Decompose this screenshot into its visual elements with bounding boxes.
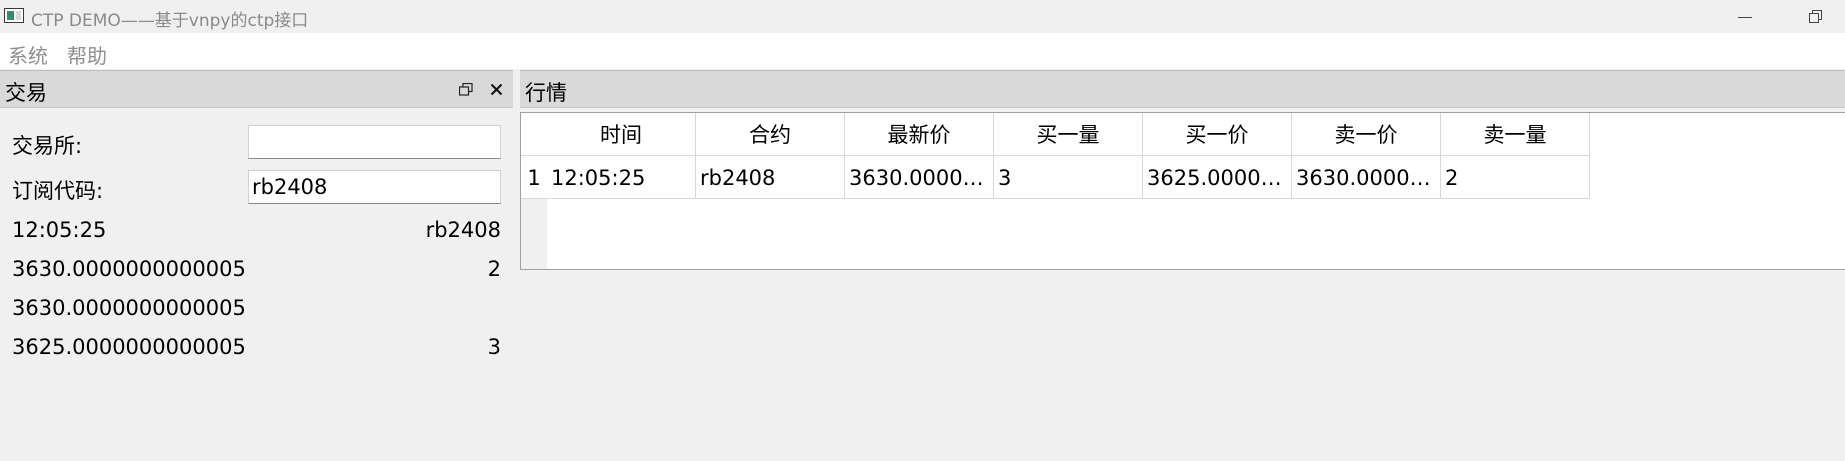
exchange-input[interactable] [248,125,501,159]
trade-panel-header: 交易 [0,70,513,108]
minimize-button[interactable] [1730,2,1760,30]
table-cell-time[interactable]: 12:05:25 [547,155,696,199]
info-bid-volume: 3 [487,335,501,359]
row-header-1[interactable]: 1 [521,155,547,199]
window-title: CTP DEMO——基于vnpy的ctp接口 [31,11,309,31]
table-cell-last-price[interactable]: 3630.00000... [845,155,994,199]
restore-button[interactable] [1800,2,1830,30]
table-cell-bid-volume[interactable]: 3 [994,155,1143,199]
table-cell-symbol[interactable]: rb2408 [696,155,845,199]
column-header-ask-price[interactable]: 卖一价 [1292,113,1441,155]
info-symbol: rb2408 [425,218,501,242]
table-cell-ask-volume[interactable]: 2 [1441,155,1590,199]
window-titlebar: CTP DEMO——基于vnpy的ctp接口 [0,0,1845,33]
table-cell-ask-price[interactable]: 3630.00000... [1292,155,1441,199]
table-corner-button[interactable] [521,113,547,155]
column-header-bid-price[interactable]: 买一价 [1143,113,1292,155]
info-ask-volume: 2 [487,257,501,281]
exchange-label: 交易所: [12,134,83,158]
symbol-label: 订阅代码: [12,179,104,203]
column-header-last-price[interactable]: 最新价 [845,113,994,155]
column-header-time[interactable]: 时间 [547,113,696,155]
info-ask-price: 3630.0000000000005 [12,296,246,320]
menu-system[interactable]: 系统 [8,40,48,69]
float-icon[interactable] [459,83,473,96]
info-last-price: 3630.0000000000005 [12,257,246,281]
close-icon[interactable] [490,83,503,96]
column-header-symbol[interactable]: 合约 [696,113,845,155]
app-window-icon [4,8,24,23]
table-cell-bid-price[interactable]: 3625.00000... [1143,155,1292,199]
column-header-ask-volume[interactable]: 卖一量 [1441,113,1590,155]
minimize-icon [1738,17,1752,18]
info-bid-price: 3625.0000000000005 [12,335,246,359]
info-time: 12:05:25 [12,218,107,242]
market-panel-title: 行情 [525,81,567,105]
trade-panel-title: 交易 [5,81,47,105]
column-header-bid-volume[interactable]: 买一量 [994,113,1143,155]
market-panel-header: 行情 [520,70,1845,108]
menu-help[interactable]: 帮助 [67,40,107,69]
menu-bar [0,33,1845,69]
symbol-input[interactable]: rb2408 [248,170,501,204]
